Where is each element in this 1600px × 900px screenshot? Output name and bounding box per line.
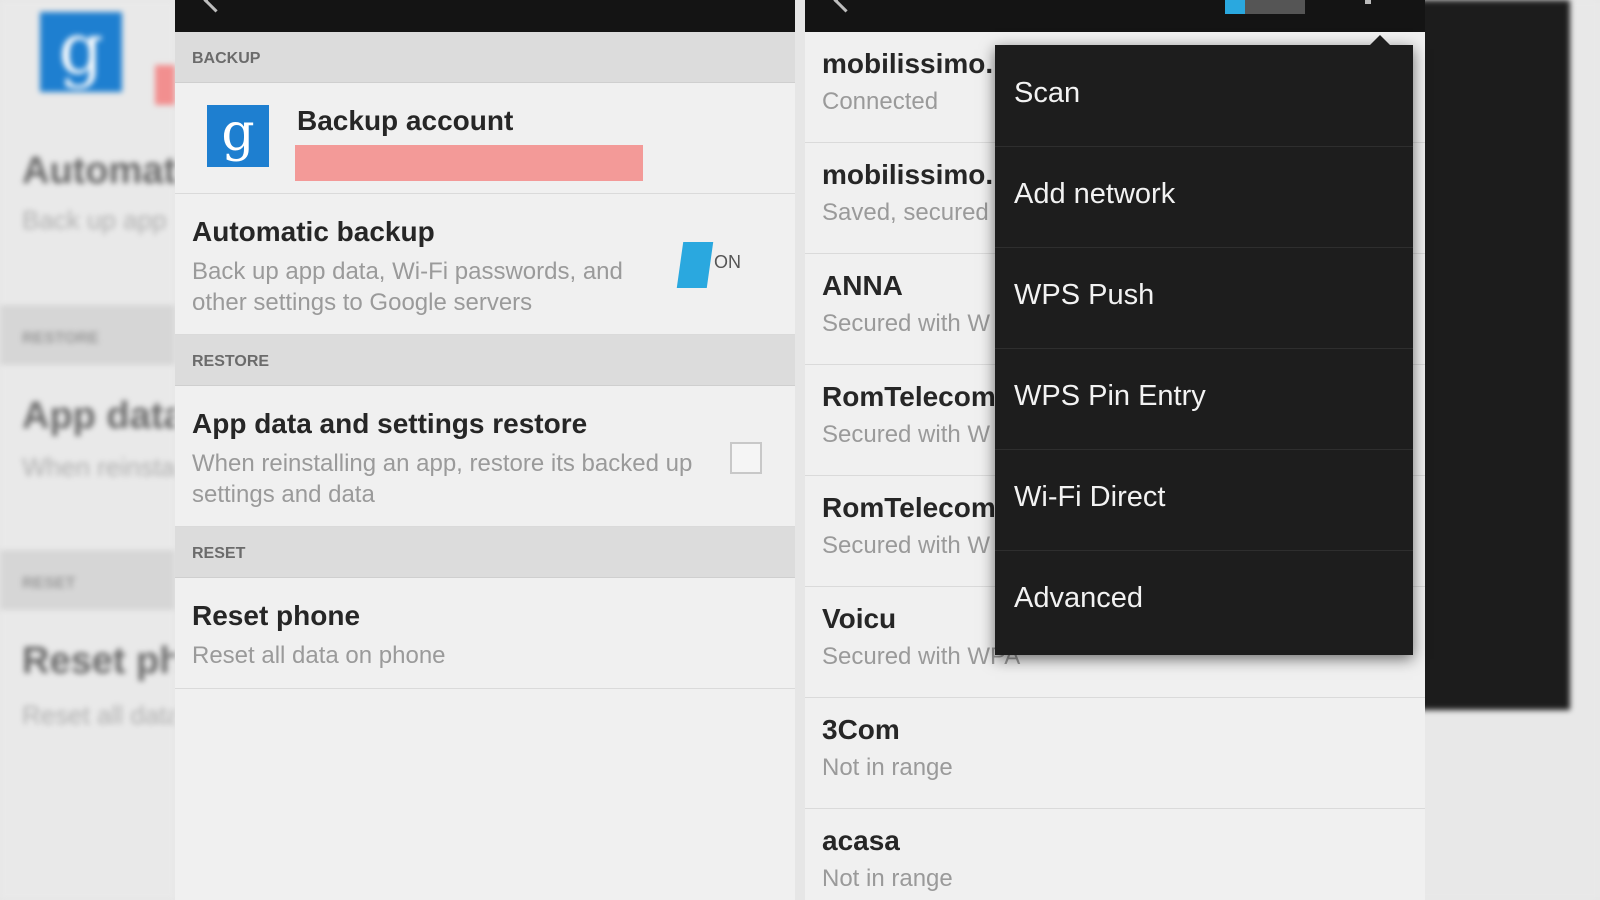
network-status: Secured with W <box>822 310 991 337</box>
app-restore-description: When reinstalling an app, restore its ba… <box>192 450 693 508</box>
menu-item-label: WPS Pin Entry <box>1014 380 1206 412</box>
section-header-label: RESET <box>192 545 246 562</box>
menu-item-label: Advanced <box>1014 582 1143 614</box>
menu-item-label: WPS Push <box>1014 279 1155 311</box>
bg-dark-block <box>1400 0 1570 710</box>
reset-phone-row[interactable]: Reset phone Reset all data on phone <box>175 578 795 689</box>
network-status: Secured with W <box>822 421 991 448</box>
section-header-reset: RESET <box>175 527 795 578</box>
background-left-blurred: g Automatic backup Back up app data, Wi-… <box>0 0 175 900</box>
toggle-knob <box>676 242 714 288</box>
background-right-blurred <box>1400 0 1600 900</box>
bg-reset-header: RESET <box>22 575 76 592</box>
automatic-backup-title: Automatic backup <box>192 216 435 247</box>
back-arrow-icon[interactable] <box>833 0 858 13</box>
network-name: Voicu <box>822 603 897 634</box>
menu-item-advanced[interactable]: Advanced <box>995 550 1413 651</box>
network-status: Saved, secured <box>822 199 989 226</box>
network-name: 3Com <box>822 714 900 745</box>
wifi-network-row[interactable]: acasa Not in range <box>805 809 1425 900</box>
redacted-bar <box>155 65 175 105</box>
bg-app-restore-title: App data and settings restore <box>22 395 175 437</box>
backup-reset-screen: BACKUP g Backup account Automatic backup… <box>175 0 795 900</box>
reset-phone-description: Reset all data on phone <box>192 642 446 669</box>
overflow-menu-icon[interactable] <box>1365 0 1371 4</box>
menu-item-add-network[interactable]: Add network <box>995 146 1413 248</box>
menu-item-wps-push[interactable]: WPS Push <box>995 247 1413 349</box>
section-header-label: BACKUP <box>192 50 261 67</box>
section-header-backup: BACKUP <box>175 32 795 83</box>
menu-item-wps-pin-entry[interactable]: WPS Pin Entry <box>995 348 1413 450</box>
network-name: RomTelecom- <box>822 492 1006 523</box>
network-name: ANNA <box>822 270 903 301</box>
backup-account-row[interactable]: g Backup account <box>175 83 795 194</box>
network-name: acasa <box>822 825 900 856</box>
menu-item-label: Scan <box>1014 77 1081 109</box>
automatic-backup-toggle[interactable]: ON <box>676 242 758 288</box>
menu-item-label: Wi-Fi Direct <box>1014 481 1166 513</box>
action-bar <box>805 0 1425 32</box>
bg-restore-header: RESTORE <box>22 330 100 347</box>
bg-automatic-backup-title: Automatic backup <box>22 150 175 192</box>
network-status: Not in range <box>822 865 953 892</box>
section-header-label: RESTORE <box>192 353 270 370</box>
network-name: mobilissimo.ı <box>822 48 1001 79</box>
network-status: Connected <box>822 88 939 115</box>
network-status: Secured with WPA <box>822 643 1021 670</box>
automatic-backup-description: Back up app data, Wi-Fi passwords, and o… <box>192 258 623 316</box>
menu-item-wifi-direct[interactable]: Wi-Fi Direct <box>995 449 1413 551</box>
network-name: mobilissimo.r <box>822 159 1005 190</box>
app-restore-title: App data and settings restore <box>192 408 588 439</box>
automatic-backup-row[interactable]: Automatic backup Back up app data, Wi-Fi… <box>175 194 795 335</box>
reset-phone-title: Reset phone <box>192 600 361 631</box>
app-restore-row[interactable]: App data and settings restore When reins… <box>175 386 795 527</box>
wifi-overflow-menu: Scan Add network WPS Push WPS Pin Entry … <box>995 35 1413 655</box>
wifi-network-row[interactable]: 3Com Not in range <box>805 698 1425 809</box>
network-status: Not in range <box>822 754 953 781</box>
menu-item-label: Add network <box>1014 178 1176 210</box>
bg-reset-phone-desc: Reset all data on phone <box>22 700 175 730</box>
bg-app-restore-desc: When reinstalling an app, restore its ba… <box>22 452 175 482</box>
backup-account-title: Backup account <box>297 105 514 136</box>
wifi-switch[interactable] <box>1225 0 1305 14</box>
toggle-label: ON <box>714 252 741 272</box>
backup-account-value-redacted <box>295 145 643 181</box>
google-g-icon: g <box>207 105 269 167</box>
bg-automatic-backup-desc: Back up app data, Wi-Fi passwords, and o… <box>22 205 175 235</box>
back-arrow-icon[interactable] <box>203 0 228 13</box>
menu-item-scan[interactable]: Scan <box>995 45 1413 147</box>
section-header-restore: RESTORE <box>175 335 795 386</box>
action-bar <box>175 0 795 32</box>
app-restore-checkbox[interactable] <box>730 442 762 474</box>
bg-reset-phone-title: Reset phone <box>22 640 175 682</box>
network-name: RomTelecom- <box>822 381 1006 412</box>
google-g-icon: g <box>40 12 122 92</box>
network-status: Secured with W <box>822 532 991 559</box>
